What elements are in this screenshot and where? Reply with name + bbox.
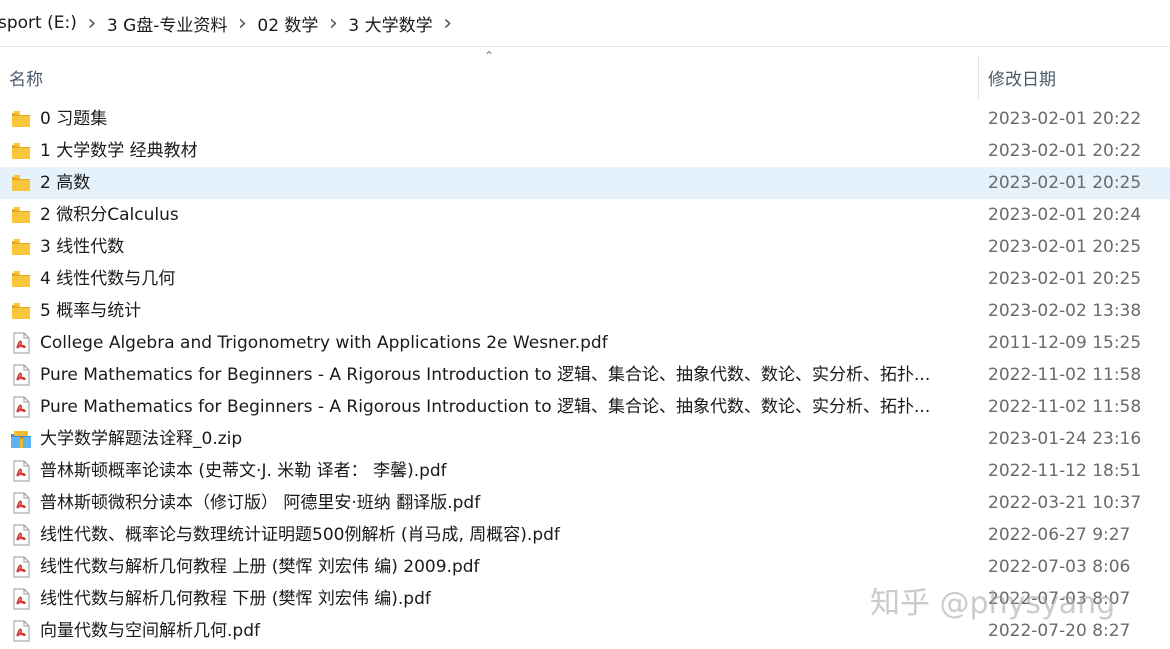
breadcrumb-item[interactable]: 3 G盘-专业资料 › (103, 11, 254, 36)
file-name[interactable]: 线性代数与解析几何教程 下册 (樊恽 刘宏伟 编).pdf (40, 588, 965, 610)
file-row[interactable]: 2 高数 2023-02-01 20:25 (0, 167, 1170, 199)
file-name[interactable]: College Algebra and Trigonometry with Ap… (40, 332, 965, 354)
file-row[interactable]: 普林斯顿微积分读本（修订版） 阿德里安·班纳 翻译版.pdf 2022-03-21… (0, 487, 1170, 519)
file-date: 2022-11-02 11:58 (988, 365, 1142, 385)
file-date: 2022-07-20 8:27 (988, 621, 1131, 641)
breadcrumb-item[interactable]: 02 数学 › (253, 11, 344, 36)
column-header: ⌃ 名称 修改日期 (0, 47, 1170, 99)
file-name[interactable]: 普林斯顿概率论读本 (史蒂文·J. 米勒 译者： 李馨).pdf (40, 460, 965, 482)
file-date: 2022-07-03 8:07 (988, 589, 1131, 609)
chevron-right-icon[interactable]: › (81, 11, 103, 36)
file-date: 2023-02-01 20:22 (988, 109, 1142, 129)
pdf-file-icon (10, 556, 34, 578)
breadcrumb-item[interactable]: sport (E:) › (0, 11, 103, 36)
file-name[interactable]: 2 微积分Calculus (40, 204, 965, 226)
pdf-file-icon (10, 364, 34, 386)
folder-icon (10, 108, 34, 130)
file-name[interactable]: 1 大学数学 经典教材 (40, 140, 965, 162)
pdf-file-icon (10, 524, 34, 546)
file-date: 2023-02-01 20:25 (988, 173, 1142, 193)
file-row[interactable]: 3 线性代数 2023-02-01 20:25 (0, 231, 1170, 263)
file-date: 2022-06-27 9:27 (988, 525, 1131, 545)
file-row[interactable]: Pure Mathematics for Beginners - A Rigor… (0, 391, 1170, 423)
breadcrumb-item[interactable]: 3 大学数学 › (344, 11, 458, 36)
file-name[interactable]: 线性代数、概率论与数理统计证明题500例解析 (肖马成, 周概容).pdf (40, 524, 965, 546)
file-name[interactable]: 向量代数与空间解析几何.pdf (40, 620, 965, 642)
file-name[interactable]: 0 习题集 (40, 108, 965, 130)
pdf-file-icon (10, 396, 34, 418)
file-list: 0 习题集 2023-02-01 20:22 1 大学数学 经典教材 2023-02-… (0, 103, 1170, 647)
breadcrumb-label[interactable]: 3 G盘-专业资料 (103, 11, 232, 36)
breadcrumb-label[interactable]: 02 数学 (253, 11, 322, 36)
file-date: 2022-03-21 10:37 (988, 493, 1142, 513)
sort-ascending-icon[interactable]: ⌃ (484, 49, 494, 63)
file-row[interactable]: Pure Mathematics for Beginners - A Rigor… (0, 359, 1170, 391)
folder-icon (10, 140, 34, 162)
file-name[interactable]: 3 线性代数 (40, 236, 965, 258)
file-name[interactable]: Pure Mathematics for Beginners - A Rigor… (40, 364, 965, 386)
chevron-right-icon[interactable]: › (322, 11, 344, 36)
file-date: 2023-02-01 20:25 (988, 269, 1142, 289)
file-name[interactable]: Pure Mathematics for Beginners - A Rigor… (40, 396, 965, 418)
file-row[interactable]: 线性代数与解析几何教程 上册 (樊恽 刘宏伟 编) 2009.pdf 2022-0… (0, 551, 1170, 583)
pdf-file-icon (10, 332, 34, 354)
file-date: 2023-02-01 20:24 (988, 205, 1142, 225)
breadcrumb: sport (E:) › 3 G盘-专业资料 › 02 数学 › 3 大学数学 › (0, 0, 1170, 47)
file-row[interactable]: 5 概率与统计 2023-02-02 13:38 (0, 295, 1170, 327)
pdf-file-icon (10, 492, 34, 514)
file-name[interactable]: 线性代数与解析几何教程 上册 (樊恽 刘宏伟 编) 2009.pdf (40, 556, 965, 578)
file-name[interactable]: 大学数学解题法诠释_0.zip (40, 428, 965, 450)
file-date: 2022-07-03 8:06 (988, 557, 1131, 577)
breadcrumb-label[interactable]: 3 大学数学 (344, 11, 436, 36)
file-date: 2011-12-09 15:25 (988, 333, 1142, 353)
file-name[interactable]: 普林斯顿微积分读本（修订版） 阿德里安·班纳 翻译版.pdf (40, 492, 965, 514)
pdf-file-icon (10, 588, 34, 610)
folder-icon (10, 204, 34, 226)
file-date: 2022-11-02 11:58 (988, 397, 1142, 417)
file-date: 2023-02-01 20:25 (988, 237, 1142, 257)
file-date: 2022-11-12 18:51 (988, 461, 1142, 481)
file-date: 2023-02-01 20:22 (988, 141, 1142, 161)
file-row[interactable]: College Algebra and Trigonometry with Ap… (0, 327, 1170, 359)
pdf-file-icon (10, 460, 34, 482)
file-row[interactable]: 普林斯顿概率论读本 (史蒂文·J. 米勒 译者： 李馨).pdf 2022-11-… (0, 455, 1170, 487)
file-row[interactable]: 0 习题集 2023-02-01 20:22 (0, 103, 1170, 135)
chevron-right-icon[interactable]: › (231, 11, 253, 36)
folder-icon (10, 300, 34, 322)
chevron-right-icon[interactable]: › (437, 11, 459, 36)
column-header-date[interactable]: 修改日期 (988, 65, 1056, 90)
folder-icon (10, 172, 34, 194)
file-date: 2023-01-24 23:16 (988, 429, 1142, 449)
zip-archive-icon (10, 428, 34, 450)
pdf-file-icon (10, 620, 34, 642)
folder-icon (10, 236, 34, 258)
file-row[interactable]: 线性代数、概率论与数理统计证明题500例解析 (肖马成, 周概容).pdf 202… (0, 519, 1170, 551)
file-row[interactable]: 1 大学数学 经典教材 2023-02-01 20:22 (0, 135, 1170, 167)
file-row[interactable]: 大学数学解题法诠释_0.zip 2023-01-24 23:16 (0, 423, 1170, 455)
file-row[interactable]: 线性代数与解析几何教程 下册 (樊恽 刘宏伟 编).pdf 2022-07-03 … (0, 583, 1170, 615)
file-row[interactable]: 4 线性代数与几何 2023-02-01 20:25 (0, 263, 1170, 295)
breadcrumb-label[interactable]: sport (E:) (0, 13, 81, 33)
file-name[interactable]: 2 高数 (40, 172, 965, 194)
file-row[interactable]: 向量代数与空间解析几何.pdf 2022-07-20 8:27 (0, 615, 1170, 647)
folder-icon (10, 268, 34, 290)
file-name[interactable]: 4 线性代数与几何 (40, 268, 965, 290)
file-name[interactable]: 5 概率与统计 (40, 300, 965, 322)
file-row[interactable]: 2 微积分Calculus 2023-02-01 20:24 (0, 199, 1170, 231)
file-date: 2023-02-02 13:38 (988, 301, 1142, 321)
column-divider[interactable] (978, 55, 979, 99)
column-header-name[interactable]: 名称 (9, 65, 43, 90)
